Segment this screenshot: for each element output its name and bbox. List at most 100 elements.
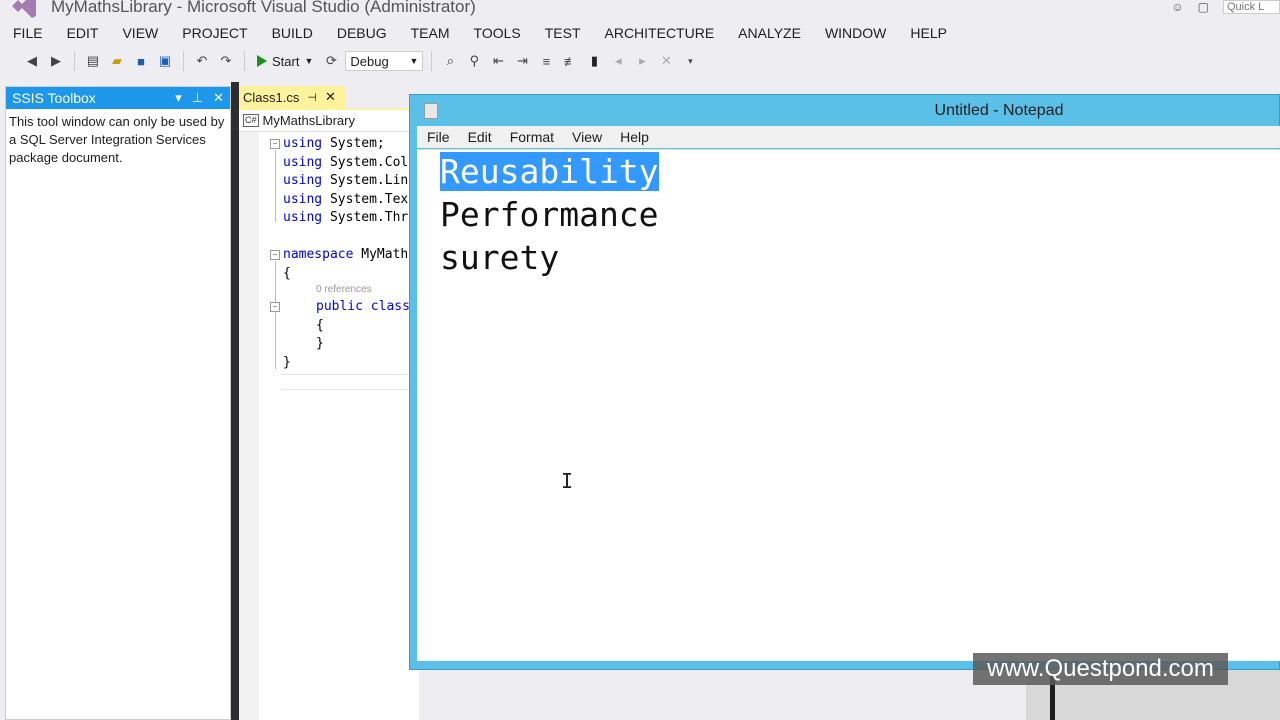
code-line: { — [316, 318, 324, 333]
quick-launch-input[interactable]: Quick L — [1223, 0, 1280, 14]
next-bookmark-icon[interactable]: ▸ — [632, 51, 652, 71]
tab-class1-cs[interactable]: Class1.cs ⊣ ✕ — [239, 86, 345, 108]
new-project-icon[interactable]: ▤ — [83, 51, 103, 71]
selected-text: Reusability — [440, 152, 659, 191]
menu-debug[interactable]: DEBUG — [324, 25, 398, 41]
menu-test[interactable]: TEST — [532, 25, 592, 41]
chevron-down-icon: ▼ — [304, 56, 314, 66]
menu-edit[interactable]: EDIT — [54, 25, 110, 41]
refresh-icon[interactable]: ⟳ — [321, 51, 341, 71]
indent-icon[interactable]: ⇥ — [512, 51, 532, 71]
notepad-menu-file[interactable]: File — [417, 129, 458, 145]
toolbar-separator — [74, 51, 75, 71]
menu-team[interactable]: TEAM — [398, 25, 461, 41]
start-debugging-button[interactable]: Start ▼ — [253, 54, 317, 69]
close-icon[interactable]: ✕ — [213, 90, 224, 106]
notepad-line: Performance — [440, 195, 659, 234]
toolbar-overflow-icon[interactable]: ▾ — [680, 51, 700, 71]
collapse-namespace-icon[interactable]: − — [270, 250, 280, 260]
feedback-icon[interactable]: ☺ — [1171, 0, 1183, 14]
ssis-toolbox-message: This tool window can only be used by a S… — [9, 114, 225, 165]
play-icon — [257, 55, 267, 67]
notepad-menu-bar: File Edit Format View Help — [417, 126, 1280, 148]
editor-navigation-bar[interactable]: C# MyMathsLibrary — [239, 110, 419, 132]
menu-bar: FILE EDIT VIEW PROJECT BUILD DEBUG TEAM … — [0, 22, 958, 44]
bookmark-icon[interactable]: ▮ — [584, 51, 604, 71]
menu-project[interactable]: PROJECT — [169, 25, 258, 41]
solution-explorer-icon[interactable]: ⚲ — [464, 51, 484, 71]
menu-window[interactable]: WINDOW — [812, 25, 897, 41]
notepad-line: Reusability — [440, 150, 659, 193]
menu-file[interactable]: FILE — [0, 25, 54, 41]
window-position-dropdown-icon[interactable]: ▾ — [175, 90, 182, 106]
outdent-icon[interactable]: ⇤ — [488, 51, 508, 71]
pin-icon[interactable]: ⊥ — [192, 90, 203, 106]
project-dropdown[interactable]: MyMathsLibrary — [263, 113, 355, 128]
standard-toolbar: ◀ ▶ ▤ ▰ ■ ▣ ↶ ↷ Start ▼ ⟳ Debug ▼ ⌕ ⚲ ⇤ … — [0, 46, 1280, 76]
title-right-controls: ☺ ▢ Quick L — [1171, 0, 1280, 14]
notifications-icon[interactable]: ▢ — [1198, 0, 1209, 14]
close-tab-icon[interactable]: ✕ — [325, 89, 336, 105]
menu-architecture[interactable]: ARCHITECTURE — [592, 25, 726, 41]
pin-tab-icon[interactable]: ⊣ — [307, 91, 317, 104]
code-line: public class — [316, 299, 410, 314]
notepad-menu-view[interactable]: View — [562, 129, 610, 145]
menu-build[interactable]: BUILD — [259, 25, 324, 41]
code-line: using System; — [283, 136, 385, 151]
chevron-down-icon: ▼ — [409, 56, 419, 66]
collapse-usings-icon[interactable]: − — [270, 139, 280, 149]
tab-label: Class1.cs — [243, 89, 300, 105]
solution-configuration-select[interactable]: Debug ▼ — [345, 51, 424, 71]
csharp-project-icon: C# — [243, 114, 259, 127]
notepad-title: Untitled - Notepad — [934, 102, 1064, 119]
menu-view[interactable]: VIEW — [109, 25, 169, 41]
find-icon[interactable]: ⌕ — [440, 51, 460, 71]
notepad-menu-edit[interactable]: Edit — [458, 129, 500, 145]
code-line: } — [316, 336, 324, 351]
notepad-menu-help[interactable]: Help — [610, 129, 657, 145]
panel-splitter[interactable] — [231, 82, 239, 720]
outline-line — [275, 150, 276, 222]
code-line: using System.Col — [283, 155, 409, 170]
code-line: { — [283, 266, 291, 281]
undo-icon[interactable]: ↶ — [192, 51, 212, 71]
notepad-text-area[interactable]: Reusability Performance surety I — [417, 149, 1280, 661]
notepad-menu-format[interactable]: Format — [500, 129, 562, 145]
toolbar-separator — [431, 51, 433, 71]
toolbar-separator — [244, 51, 245, 71]
outline-line — [275, 261, 276, 369]
navigate-forward-icon[interactable]: ▶ — [46, 51, 66, 71]
navigate-back-icon[interactable]: ◀ — [22, 51, 42, 71]
code-line: using System.Lin — [283, 173, 409, 188]
code-line: namespace MyMath — [283, 247, 409, 262]
uncomment-icon[interactable]: ≢ — [560, 51, 580, 71]
prev-bookmark-icon[interactable]: ◂ — [608, 51, 628, 71]
ssis-toolbox-title: SSIS Toolbox — [12, 90, 96, 106]
visual-studio-logo-icon — [12, 0, 36, 18]
window-title: MyMathsLibrary - Microsoft Visual Studio… — [51, 0, 476, 16]
save-icon[interactable]: ■ — [131, 51, 151, 71]
comment-icon[interactable]: ≡ — [536, 51, 556, 71]
ssis-toolbox-panel: SSIS Toolbox ▾ ⊥ ✕ This tool window can … — [5, 86, 231, 720]
open-file-icon[interactable]: ▰ — [107, 51, 127, 71]
save-all-icon[interactable]: ▣ — [155, 51, 175, 71]
text-cursor-icon: I — [561, 469, 574, 493]
code-line: using System.Tex — [283, 192, 409, 207]
codelens-references[interactable]: 0 references — [316, 284, 372, 295]
menu-tools[interactable]: TOOLS — [461, 25, 532, 41]
menu-help[interactable]: HELP — [897, 25, 958, 41]
redo-icon[interactable]: ↷ — [216, 51, 236, 71]
menu-analyze[interactable]: ANALYZE — [725, 25, 812, 41]
ssis-toolbox-header: SSIS Toolbox ▾ ⊥ ✕ — [6, 87, 230, 109]
current-line-highlight — [281, 374, 421, 390]
collapse-class-icon[interactable]: − — [270, 302, 280, 312]
watermark: www.Questpond.com — [973, 653, 1228, 685]
start-label: Start — [272, 53, 300, 69]
configuration-value: Debug — [350, 53, 389, 69]
vs-title-bar: MyMathsLibrary - Microsoft Visual Studio… — [0, 0, 1280, 20]
code-line: } — [283, 355, 291, 370]
toolbar-separator — [183, 51, 184, 71]
code-line: using System.Thr — [283, 210, 409, 225]
notepad-window[interactable]: Untitled - Notepad File Edit Format View… — [409, 94, 1280, 670]
clear-bookmarks-icon[interactable]: ✕ — [656, 51, 676, 71]
